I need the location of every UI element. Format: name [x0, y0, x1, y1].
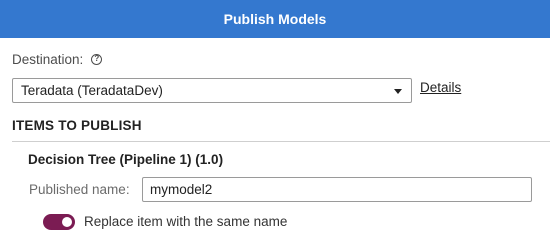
toggle-knob	[62, 217, 72, 227]
dialog-titlebar: Publish Models	[0, 0, 550, 38]
item-title: Decision Tree (Pipeline 1) (1.0)	[28, 152, 224, 167]
dialog-title: Publish Models	[223, 11, 327, 27]
details-link[interactable]: Details	[420, 80, 461, 95]
published-name-input[interactable]	[142, 177, 532, 202]
replace-item-label: Replace item with the same name	[84, 214, 288, 229]
destination-row: Destination: ?	[12, 50, 103, 68]
published-name-label: Published name:	[29, 182, 130, 197]
section-divider	[12, 141, 550, 142]
replace-item-toggle[interactable]	[43, 214, 75, 230]
question-circle-icon[interactable]: ?	[91, 53, 103, 65]
destination-label: Destination:	[12, 51, 84, 67]
destination-select[interactable]: Teradata (TeradataDev)	[12, 78, 412, 103]
items-to-publish-heading: ITEMS TO PUBLISH	[12, 118, 142, 133]
chevron-down-icon	[394, 89, 402, 94]
destination-selected-value: Teradata (TeradataDev)	[21, 83, 163, 98]
